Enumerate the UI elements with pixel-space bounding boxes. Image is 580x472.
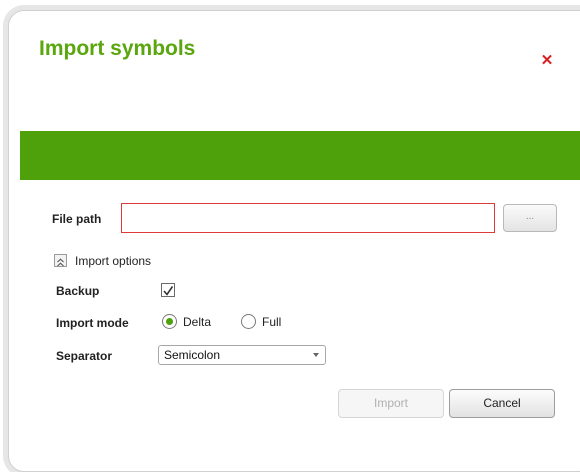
header-band (20, 131, 580, 180)
import-options-toggle[interactable]: Import options (75, 254, 151, 268)
close-icon[interactable]: ✕ (539, 53, 555, 69)
radio-selected-dot (166, 318, 173, 325)
cancel-button[interactable]: Cancel (449, 389, 555, 418)
separator-select[interactable]: Semicolon (158, 345, 326, 365)
full-label: Full (262, 315, 282, 329)
collapse-glyph-icon (57, 258, 64, 267)
import-mode-full-radio[interactable] (241, 314, 256, 329)
chevron-down-icon (313, 353, 319, 357)
backup-label: Backup (56, 284, 100, 298)
delta-label: Delta (183, 315, 212, 329)
dialog-title: Import symbols (39, 37, 196, 60)
checkmark-icon (163, 286, 174, 296)
collapse-icon[interactable] (54, 254, 67, 267)
backup-checkbox[interactable] (161, 283, 175, 297)
import-mode-label: Import mode (56, 316, 129, 330)
browse-button[interactable]: ... (503, 204, 557, 232)
separator-label: Separator (56, 349, 113, 363)
file-path-label: File path (52, 212, 102, 226)
separator-value: Semicolon (164, 348, 221, 362)
import-button[interactable]: Import (338, 389, 444, 418)
import-mode-delta-radio[interactable] (162, 314, 177, 329)
file-path-input[interactable] (121, 203, 495, 233)
